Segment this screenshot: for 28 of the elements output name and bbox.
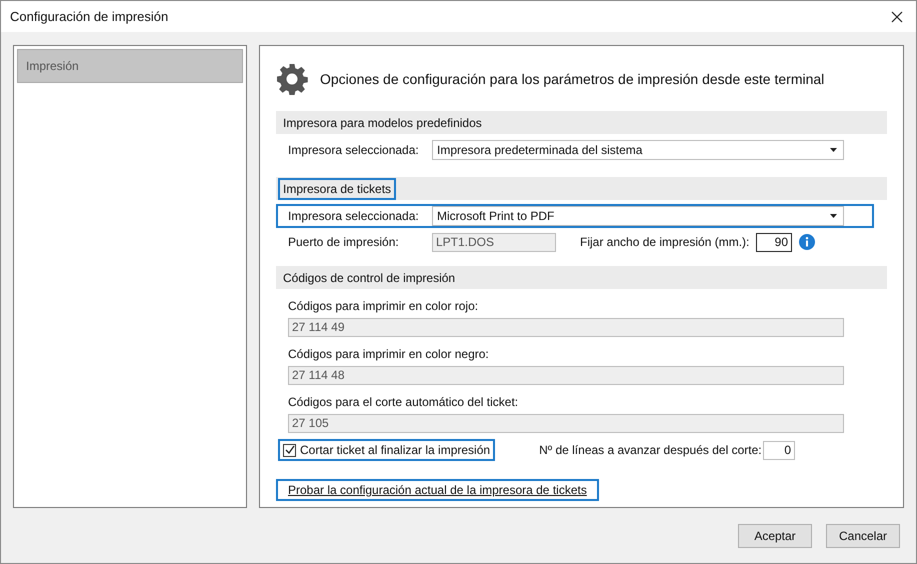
printer-dropdown[interactable]: Impresora predeterminada del sistema [432,140,844,160]
field-label: Códigos para imprimir en color rojo: [288,298,480,315]
section-title: Impresora para modelos predefinidos [282,114,483,132]
info-icon[interactable] [799,234,815,250]
window-title: Configuración de impresión [10,9,168,24]
checkmark-icon [284,445,294,455]
field-label: Fijar ancho de impresión (mm.): [580,235,750,249]
cancel-button[interactable]: Cancelar [826,524,900,548]
close-icon[interactable] [891,10,903,22]
field-label: Impresora seleccionada: [288,143,420,157]
field-label: Impresora seleccionada: [288,209,420,223]
field-label: Puerto de impresión: [288,235,400,249]
field-label: Nº de líneas a avanzar después del corte: [539,443,763,457]
heading-text: Opciones de configuración para los parámetros de impresión desde este terminal [320,71,824,87]
section-title: Códigos de control de impresión [282,270,456,286]
caret-icon [830,148,837,152]
gear-icon [276,63,308,95]
field-label: Códigos para imprimir en color negro: [288,346,490,363]
cut-checkbox[interactable]: Cortar ticket al finalizar la impresión [278,439,496,461]
lines-field[interactable]: 0 [763,440,796,460]
caret-icon [830,214,837,218]
test-link[interactable]: Probar la configuración actual de la impresora de tickets [276,479,599,501]
accept-button[interactable]: Aceptar [738,524,812,548]
section-title: Impresora de tickets [278,178,396,200]
printer-dropdown[interactable]: Microsoft Print to PDF [432,206,844,226]
sidebar-item[interactable]: Impresión [17,49,243,83]
field-label: Códigos para el corte automático del ticket: [288,394,520,411]
width-field[interactable]: 90 [756,232,792,252]
